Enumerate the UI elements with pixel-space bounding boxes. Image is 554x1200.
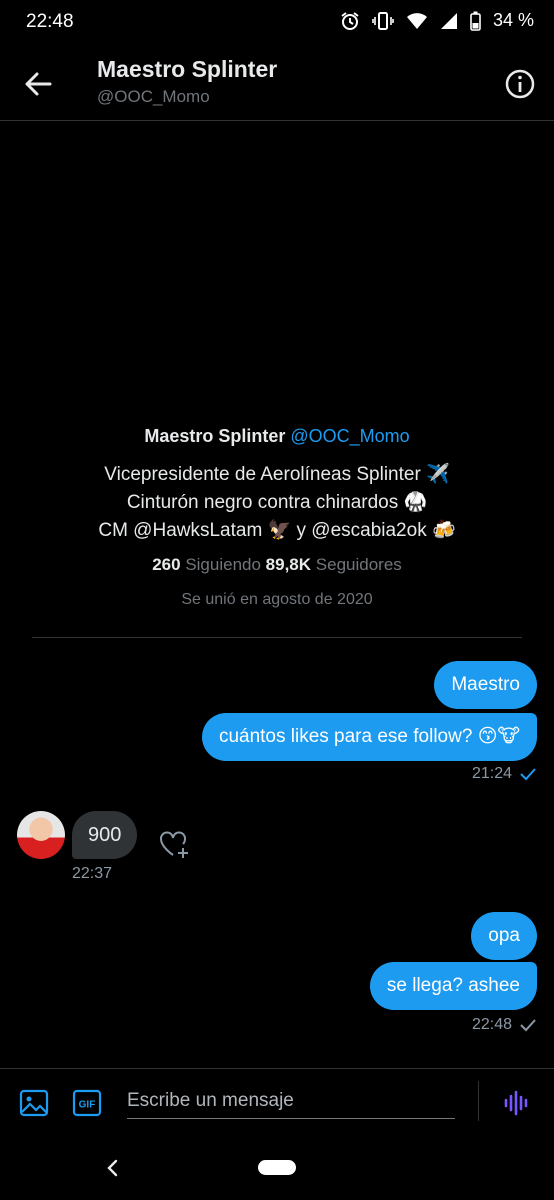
profile-handle[interactable]: @OOC_Momo — [290, 426, 409, 446]
voice-message-icon[interactable] — [502, 1088, 532, 1118]
outgoing-message[interactable]: Maestro — [434, 661, 537, 709]
message-time: 22:37 — [72, 865, 113, 882]
bio-line: Cinturón negro contra chinardos 🥋 — [126, 492, 428, 513]
sent-check-icon — [520, 1019, 536, 1032]
message-meta: 22:48 — [472, 1016, 536, 1034]
message-time: 21:24 — [471, 765, 512, 782]
vibrate-icon — [372, 11, 394, 30]
message-meta: 21:24 — [472, 765, 536, 783]
status-bar: 22:48 34 % — [0, 0, 554, 46]
message-meta: 22:37 — [72, 865, 112, 883]
signal-icon — [440, 12, 457, 29]
profile-bio: Vicepresidente de Aerolíneas Splinter ✈️… — [0, 461, 554, 545]
status-time: 22:48 — [26, 11, 74, 32]
info-icon[interactable] — [504, 68, 536, 100]
wifi-icon — [406, 12, 427, 29]
incoming-message[interactable]: 900 — [72, 811, 138, 859]
image-icon[interactable] — [19, 1088, 49, 1118]
followers-label[interactable]: Seguidores — [316, 555, 402, 574]
profile-stats: 260 Siguiendo 89,8K Seguidores — [0, 555, 554, 575]
bio-line: CM @HawksLatam 🦅 y @escabia2ok 🍻 — [98, 520, 456, 541]
gif-label: GIF — [79, 1100, 96, 1111]
divider — [32, 637, 522, 638]
heart-plus-icon[interactable] — [158, 828, 192, 862]
bio-line: Vicepresidente de Aerolíneas Splinter ✈️ — [104, 464, 450, 485]
outgoing-message[interactable]: opa — [471, 912, 537, 960]
avatar[interactable] — [17, 811, 65, 859]
following-label[interactable]: Siguiendo — [185, 555, 261, 574]
header-handle: @OOC_Momo — [97, 87, 210, 106]
outgoing-message[interactable]: se llega? ashee — [369, 962, 537, 1010]
outgoing-message[interactable]: cuántos likes para ese follow? 😙🐮 — [201, 713, 537, 761]
nav-home-pill[interactable] — [258, 1160, 296, 1175]
gif-icon[interactable]: GIF — [72, 1088, 102, 1118]
back-arrow-icon[interactable] — [22, 68, 54, 100]
followers-count[interactable]: 89,8K — [266, 555, 311, 574]
battery-icon — [470, 11, 481, 31]
message-composer: GIF — [0, 1068, 554, 1135]
status-icons: 34 % — [340, 10, 534, 31]
composer-separator — [478, 1081, 479, 1121]
message-input[interactable] — [127, 1084, 455, 1119]
read-check-icon — [520, 768, 536, 781]
battery-level: 34 % — [492, 10, 534, 30]
following-count[interactable]: 260 — [152, 555, 180, 574]
profile-name[interactable]: Maestro Splinter — [144, 426, 285, 446]
conversation-header: Maestro Splinter @OOC_Momo — [0, 46, 554, 121]
message-time: 22:48 — [471, 1016, 512, 1033]
joined-date: Se unió en agosto de 2020 — [181, 591, 373, 608]
header-name: Maestro Splinter — [97, 56, 278, 82]
profile-name-line: Maestro Splinter @OOC_Momo — [0, 426, 554, 447]
nav-back-icon[interactable] — [103, 1158, 123, 1178]
profile-summary: Maestro Splinter @OOC_Momo Vicepresident… — [0, 426, 554, 609]
alarm-icon — [341, 11, 359, 30]
